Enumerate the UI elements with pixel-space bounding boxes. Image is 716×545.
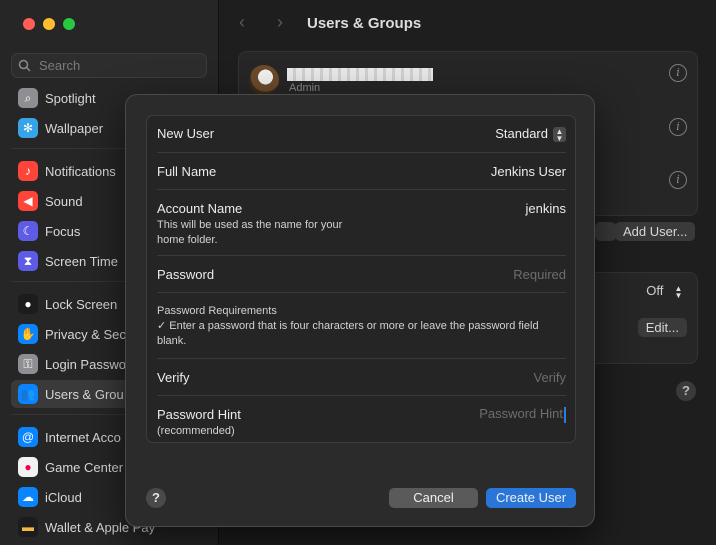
sidebar-item-label: Internet Acco [45, 429, 121, 445]
sidebar-item-label: Sound [45, 193, 83, 209]
sidebar-item-label: Lock Screen [45, 296, 118, 312]
password-hint-note: (recommended) [157, 425, 235, 437]
zoom-window-button[interactable] [63, 18, 75, 30]
sidebar-item-label: Game Center [45, 459, 124, 475]
avatar [249, 65, 279, 95]
sidebar-search[interactable] [11, 53, 207, 78]
info-icon[interactable]: i [669, 64, 687, 82]
sidebar-item-label: Login Passwo [45, 356, 126, 372]
game-center-icon: ● [18, 457, 38, 477]
new-user-label: New User [157, 126, 215, 141]
close-window-button[interactable] [23, 18, 35, 30]
info-icon[interactable]: i [669, 118, 687, 136]
password-requirements-title: Password Requirements [157, 305, 277, 317]
edit-button[interactable]: Edit... [637, 318, 687, 337]
account-name-row: Account Name This will be used as the na… [157, 190, 566, 256]
account-type-value: Standard [495, 126, 548, 141]
sidebar-item-label: Users & Grou [45, 386, 124, 402]
wallet-icon: ▬ [18, 517, 38, 537]
hourglass-icon: ⧗ [18, 251, 38, 271]
verify-field[interactable] [416, 370, 566, 385]
automatic-login-popup[interactable]: Off ▲ ▼ [646, 283, 685, 301]
new-user-form: New User Standard ▲ ▼ Full Name Jenkins Us… [146, 115, 576, 443]
password-row: Password [157, 256, 566, 293]
info-icon[interactable]: i [669, 171, 687, 189]
help-button[interactable]: ? [146, 488, 166, 508]
chevron-updown-icon: ▲ ▼ [674, 284, 683, 301]
account-name-field[interactable]: jenkins [526, 201, 566, 216]
password-hint-row: Password Hint (recommended) [157, 396, 566, 442]
new-user-sheet: New User Standard ▲ ▼ Full Name Jenkins Us… [125, 94, 595, 527]
snowflake-icon: ✻ [18, 118, 38, 138]
account-name-note: This will be used as the name for your h… [157, 219, 343, 246]
redacted-username [287, 67, 433, 81]
new-user-row: New User Standard ▲ ▼ [157, 116, 566, 153]
verify-label: Verify [157, 370, 190, 385]
add-group-button[interactable] [595, 222, 616, 241]
cancel-button[interactable]: Cancel [389, 488, 478, 508]
add-user-button[interactable]: Add User... [615, 222, 696, 241]
cloud-icon: ☁ [18, 487, 38, 507]
password-hint-field-wrap [423, 406, 566, 423]
sidebar-item-label: Screen Time [45, 253, 118, 269]
sidebar-item-label: Privacy & Sec [45, 326, 126, 342]
password-requirements-row: Password Requirements ✓ Enter a password… [157, 293, 566, 359]
at-icon: @ [18, 427, 38, 447]
page-title: Users & Groups [307, 15, 422, 32]
full-name-row: Full Name Jenkins User [157, 153, 566, 190]
verify-field-wrap [416, 370, 566, 385]
user-row-admin[interactable] [249, 64, 433, 96]
user-role: Admin [289, 82, 321, 94]
sidebar-item-label: Spotlight [45, 90, 96, 106]
text-cursor [564, 406, 566, 423]
sidebar-item-label: Notifications [45, 163, 116, 179]
back-arrow-icon[interactable]: ‹ [239, 12, 245, 33]
create-user-button[interactable]: Create User [486, 488, 576, 508]
search-icon [18, 59, 31, 72]
search-input[interactable] [37, 57, 201, 74]
key-icon: ⚿ [18, 354, 38, 374]
password-hint-field[interactable] [423, 406, 563, 421]
forward-arrow-icon[interactable]: › [277, 12, 283, 33]
moon-icon: ☾ [18, 221, 38, 241]
sidebar-item-label: iCloud [45, 489, 82, 505]
password-hint-label: Password Hint [157, 407, 241, 422]
verify-row: Verify [157, 359, 566, 396]
lock-icon: ● [18, 294, 38, 314]
help-button[interactable]: ? [676, 381, 696, 401]
password-requirements-text: ✓ Enter a password that is four characte… [157, 320, 539, 347]
users-icon: 👥 [18, 384, 38, 404]
password-field-wrap [416, 267, 566, 282]
automatic-login-value: Off [646, 283, 664, 298]
speaker-icon: ◀ [18, 191, 38, 211]
hand-icon: ✋ [18, 324, 38, 344]
password-field[interactable] [416, 267, 566, 282]
sidebar-item-label: Wallpaper [45, 120, 104, 136]
chevron-updown-icon: ▲ ▼ [553, 127, 566, 143]
sidebar-item-label: Focus [45, 223, 81, 239]
full-name-label: Full Name [157, 164, 217, 179]
magnifier-icon: ⌕ [18, 88, 38, 108]
minimize-window-button[interactable] [43, 18, 55, 30]
password-label: Password [157, 267, 215, 282]
account-type-popup[interactable]: Standard ▲ ▼ [495, 126, 566, 143]
account-name-label: Account Name [157, 201, 243, 216]
bell-icon: ♪ [18, 161, 38, 181]
full-name-field[interactable]: Jenkins User [491, 164, 566, 179]
